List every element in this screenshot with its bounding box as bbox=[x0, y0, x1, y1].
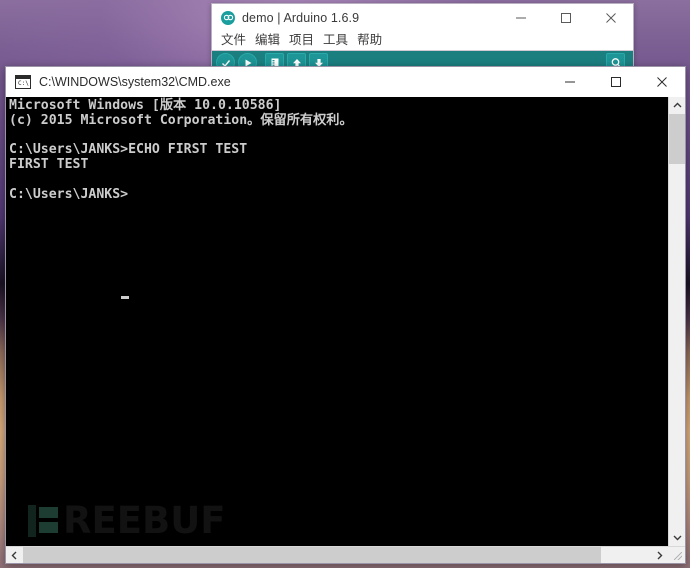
arduino-window-controls bbox=[498, 4, 633, 31]
arduino-maximize-button[interactable] bbox=[543, 4, 588, 31]
cmd-window[interactable]: C:\ C:\WINDOWS\system32\CMD.exe Microsof… bbox=[5, 66, 686, 564]
cmd-console-text: Microsoft Windows [版本 10.0.10586] (c) 20… bbox=[9, 98, 353, 202]
watermark-text: REEBUF bbox=[63, 499, 226, 542]
chevron-down-icon[interactable] bbox=[669, 529, 685, 546]
arduino-titlebar[interactable]: demo | Arduino 1.6.9 bbox=[212, 4, 633, 31]
arduino-menubar[interactable]: 文件 编辑 项目 工具 帮助 bbox=[212, 31, 633, 51]
horizontal-scrollbar-thumb[interactable] bbox=[23, 547, 601, 563]
cmd-console-output[interactable]: Microsoft Windows [版本 10.0.10586] (c) 20… bbox=[6, 97, 668, 546]
watermark-logo-icon bbox=[28, 505, 58, 537]
menu-edit[interactable]: 编辑 bbox=[255, 34, 280, 47]
menu-help[interactable]: 帮助 bbox=[357, 34, 382, 47]
arduino-infinity-icon bbox=[221, 10, 235, 25]
arduino-minimize-button[interactable] bbox=[498, 4, 543, 31]
cmd-window-title: C:\WINDOWS\system32\CMD.exe bbox=[39, 75, 231, 89]
cmd-cursor bbox=[121, 296, 129, 299]
resize-grip[interactable] bbox=[670, 548, 684, 562]
chevron-left-icon[interactable] bbox=[6, 547, 23, 563]
cmd-icon-titlebar bbox=[16, 76, 30, 79]
cmd-console-icon: C:\ bbox=[15, 75, 31, 89]
chevron-right-icon[interactable] bbox=[651, 547, 668, 563]
menu-file[interactable]: 文件 bbox=[221, 34, 246, 47]
freebuf-watermark: REEBUF bbox=[28, 499, 226, 542]
arduino-ide-window[interactable]: demo | Arduino 1.6.9 文件 编辑 项目 工具 帮助 bbox=[211, 3, 634, 73]
chevron-up-icon[interactable] bbox=[669, 97, 685, 114]
cmd-window-controls bbox=[547, 67, 685, 97]
arduino-close-button[interactable] bbox=[588, 4, 633, 31]
cmd-body: Microsoft Windows [版本 10.0.10586] (c) 20… bbox=[6, 97, 685, 546]
cmd-icon-prompt: C:\ bbox=[18, 80, 29, 87]
cmd-close-button[interactable] bbox=[639, 67, 685, 97]
vertical-scrollbar-thumb[interactable] bbox=[669, 114, 685, 164]
arduino-window-title: demo | Arduino 1.6.9 bbox=[242, 10, 360, 25]
watermark-bar-left bbox=[28, 505, 36, 537]
screen: demo | Arduino 1.6.9 文件 编辑 项目 工具 帮助 C:\ … bbox=[0, 0, 690, 568]
menu-tools[interactable]: 工具 bbox=[323, 34, 348, 47]
menu-sketch[interactable]: 项目 bbox=[289, 34, 314, 47]
watermark-bar-top bbox=[39, 507, 58, 518]
watermark-bar-bottom bbox=[39, 522, 58, 533]
vertical-scrollbar[interactable] bbox=[668, 97, 685, 546]
cmd-titlebar[interactable]: C:\ C:\WINDOWS\system32\CMD.exe bbox=[6, 67, 685, 97]
cmd-minimize-button[interactable] bbox=[547, 67, 593, 97]
cmd-maximize-button[interactable] bbox=[593, 67, 639, 97]
horizontal-scrollbar[interactable] bbox=[6, 546, 685, 563]
